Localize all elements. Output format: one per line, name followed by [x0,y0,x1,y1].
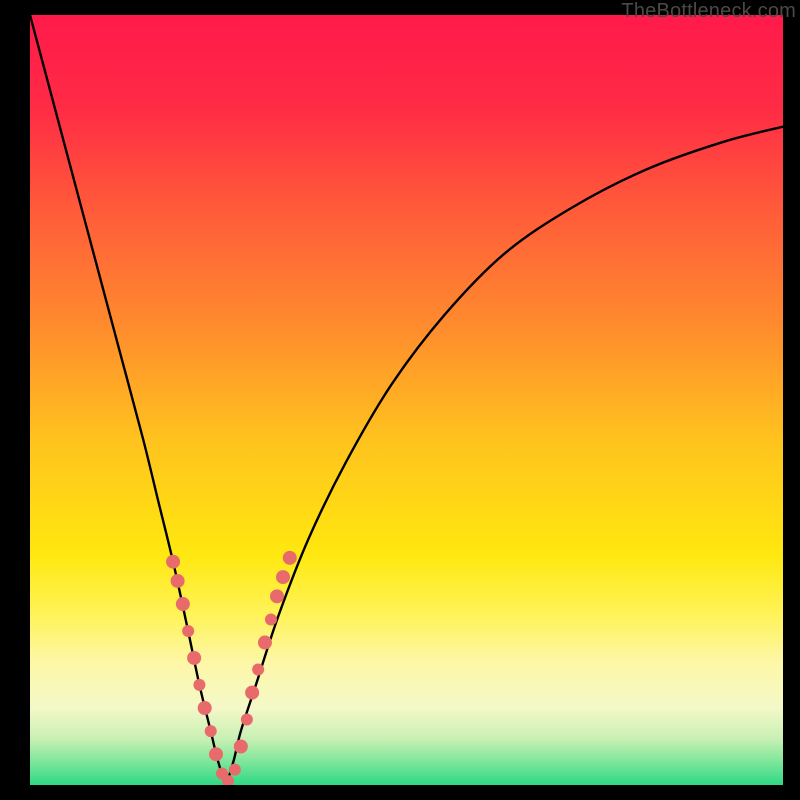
highlight-dot [252,664,264,676]
highlight-dot [166,555,180,569]
highlight-dot [258,636,272,650]
highlight-dot [205,725,217,737]
highlight-dot [198,701,212,715]
highlight-dot [193,679,205,691]
highlight-dot [209,747,223,761]
watermark-text: TheBottleneck.com [621,0,796,23]
highlight-dot [245,686,259,700]
highlight-dot [182,625,194,637]
highlight-dot [187,651,201,665]
highlight-dot [270,589,284,603]
highlight-dot [171,574,185,588]
bottleneck-curve [30,15,783,781]
highlight-dot [283,551,297,565]
highlight-dots [166,551,297,785]
highlight-dot [265,613,277,625]
highlight-dot [276,570,290,584]
curve-layer [30,15,783,785]
highlight-dot [176,597,190,611]
highlight-dot [234,740,248,754]
highlight-dot [229,764,241,776]
highlight-dot [241,714,253,726]
chart-frame [30,15,783,785]
